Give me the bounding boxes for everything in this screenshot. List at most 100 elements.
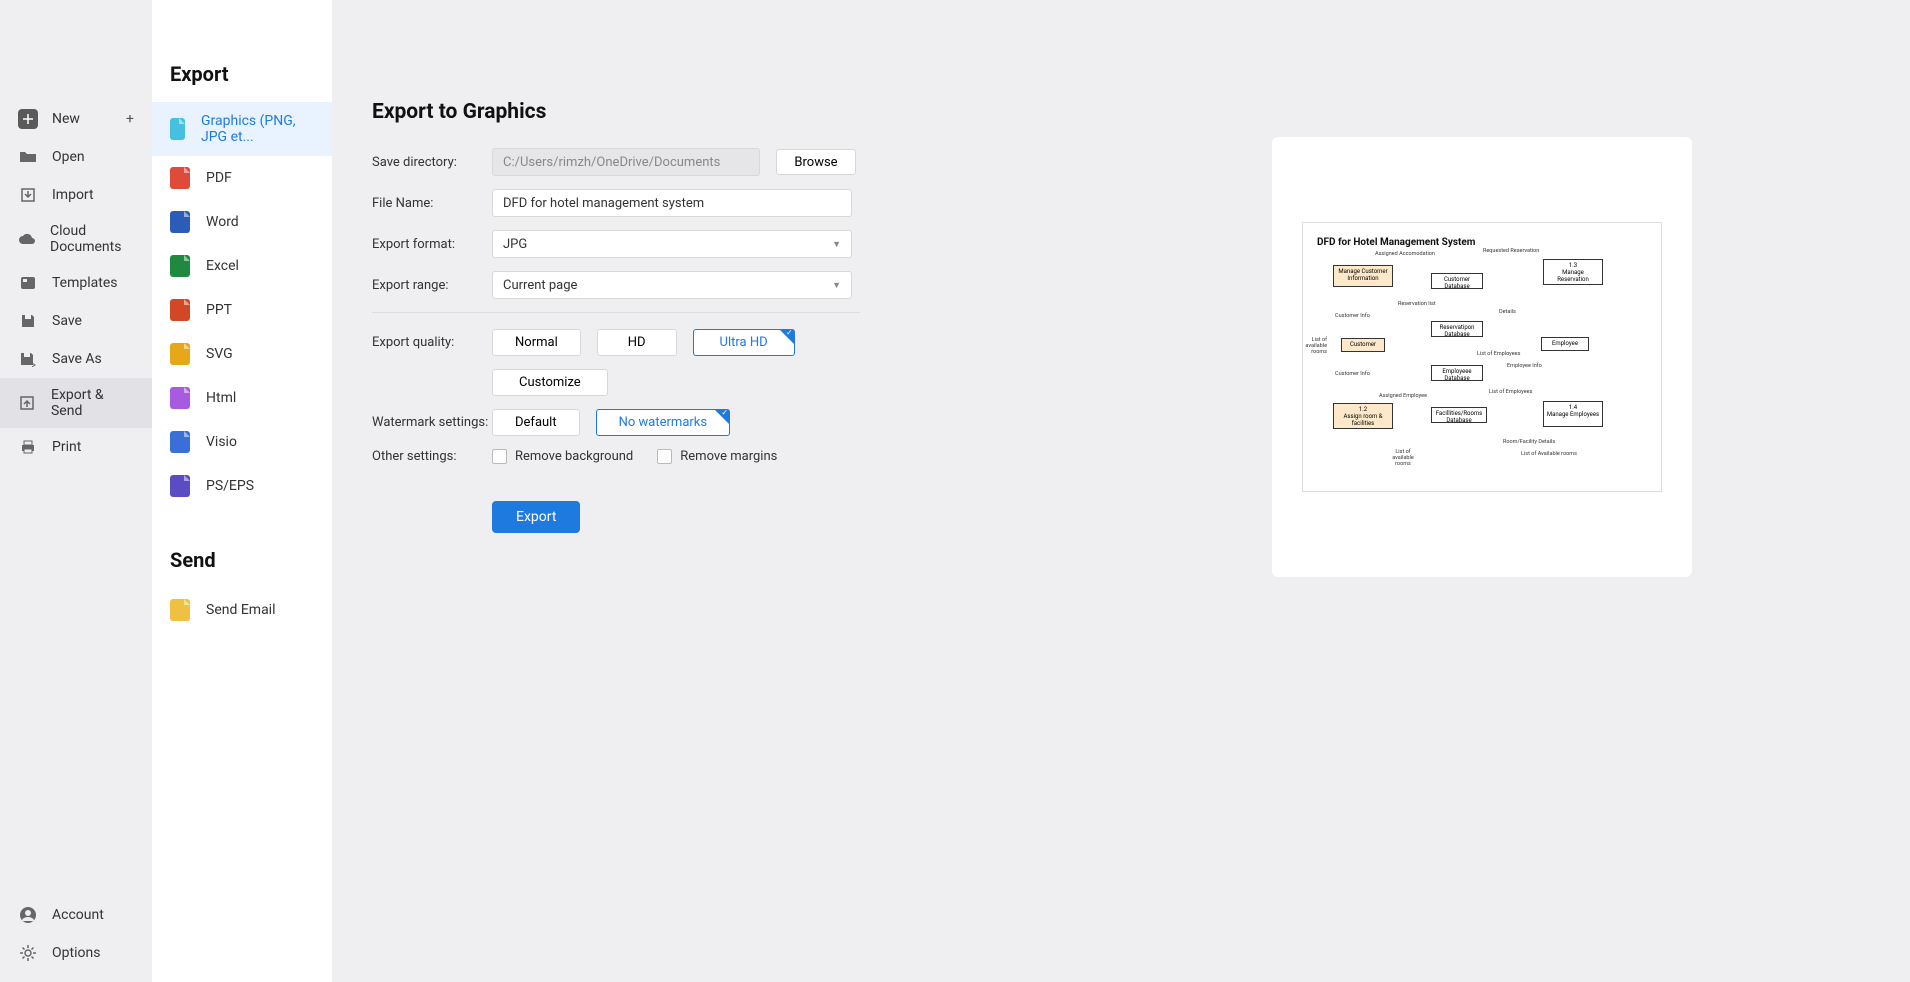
chevron-down-icon: ▼ (832, 280, 841, 291)
email-icon (170, 599, 190, 621)
label-save-directory: Save directory: (372, 155, 492, 170)
sidebar-item-import[interactable]: Import (0, 176, 152, 214)
browse-button[interactable]: Browse (776, 149, 856, 175)
export-item-word[interactable]: Word (152, 200, 332, 244)
sidebar-item-export[interactable]: Export & Send (0, 378, 152, 428)
sidebar-item-print[interactable]: Print (0, 428, 152, 466)
sidebar-label: Save As (52, 351, 102, 367)
diagram-box: 1.2Assign room & facilities (1333, 403, 1393, 429)
diagram-box: Customer (1341, 338, 1385, 352)
export-item-html[interactable]: Html (152, 376, 332, 420)
watermark-none[interactable]: No watermarks (596, 409, 730, 436)
word-icon (170, 211, 190, 233)
export-item-label: Excel (206, 258, 239, 274)
sidebar-label: Save (52, 313, 82, 329)
export-item-label: Word (206, 214, 239, 230)
chevron-down-icon: ▼ (832, 239, 841, 250)
diagram-box: Employeee Database (1431, 365, 1483, 381)
folder-icon (18, 147, 38, 167)
select-export-format[interactable]: JPG▼ (492, 230, 852, 258)
sidebar-label: Print (52, 439, 81, 455)
sidebar-item-saveas[interactable]: Save As (0, 340, 152, 378)
export-item-label: SVG (206, 346, 233, 362)
export-item-pdf[interactable]: PDF (152, 156, 332, 200)
account-icon (18, 905, 38, 925)
checkbox-icon (492, 449, 507, 464)
sidebar-item-options[interactable]: Options (0, 934, 152, 972)
html-icon (170, 387, 190, 409)
export-item-label: PDF (206, 170, 232, 186)
label-watermark: Watermark settings: (372, 415, 492, 430)
sidebar-label: Export & Send (51, 387, 134, 419)
content-area: Export to Graphics Save directory: Brows… (332, 0, 1910, 982)
import-icon (18, 185, 38, 205)
print-icon (18, 437, 38, 457)
sidebar-label: New (52, 111, 80, 127)
sidebar-label: Cloud Documents (50, 223, 134, 255)
diagram-box: Manage Customer Information (1333, 265, 1393, 287)
export-item-ppt[interactable]: PPT (152, 288, 332, 332)
input-file-name[interactable] (492, 189, 852, 217)
label-export-format: Export format: (372, 237, 492, 252)
sidebar-label: Options (52, 945, 100, 961)
sidebar-item-new[interactable]: New + (0, 100, 152, 138)
input-save-directory[interactable] (492, 148, 760, 176)
checkbox-remove-margins[interactable]: Remove margins (657, 449, 777, 464)
diagram-box: Facillities/Rooms Database (1431, 407, 1487, 423)
export-item-label: Visio (206, 434, 237, 450)
sidebar-item-save[interactable]: Save (0, 302, 152, 340)
export-item-label: PPT (206, 302, 232, 318)
sidebar-secondary: Export Graphics (PNG, JPG et... PDF Word… (152, 0, 332, 982)
saveas-icon (18, 349, 38, 369)
send-heading: Send (152, 548, 332, 588)
sidebar-label: Templates (52, 275, 118, 291)
export-item-ps[interactable]: PS/EPS (152, 464, 332, 508)
export-item-svg[interactable]: SVG (152, 332, 332, 376)
diagram-box: Reservatipon Database (1431, 321, 1483, 337)
export-item-label: Graphics (PNG, JPG et... (201, 113, 314, 145)
divider (372, 312, 860, 313)
sidebar-main: New + Open Import Cloud Documents Templa… (0, 0, 152, 982)
sidebar-item-open[interactable]: Open (0, 138, 152, 176)
graphics-icon (170, 118, 185, 140)
export-item-visio[interactable]: Visio (152, 420, 332, 464)
quality-ultrahd[interactable]: Ultra HD (693, 329, 795, 356)
label-export-range: Export range: (372, 278, 492, 293)
save-icon (18, 311, 38, 331)
label-export-quality: Export quality: (372, 335, 492, 350)
quality-hd[interactable]: HD (597, 329, 677, 356)
send-item-email[interactable]: Send Email (152, 588, 332, 632)
label-other: Other settings: (372, 449, 492, 464)
sidebar-label: Import (52, 187, 94, 203)
export-item-graphics[interactable]: Graphics (PNG, JPG et... (152, 102, 332, 156)
diagram-box: 1.4Manage Employees (1543, 401, 1603, 427)
preview-card: DFD for Hotel Management System Manage C… (1272, 137, 1692, 577)
customize-button[interactable]: Customize (492, 369, 608, 396)
plus-icon[interactable]: + (126, 111, 134, 127)
quality-normal[interactable]: Normal (492, 329, 581, 356)
sidebar-item-templates[interactable]: Templates (0, 264, 152, 302)
sidebar-item-account[interactable]: Account (0, 896, 152, 934)
export-heading: Export (152, 62, 332, 102)
diagram-box: Employee (1541, 337, 1589, 351)
sidebar-item-cloud[interactable]: Cloud Documents (0, 214, 152, 264)
options-icon (18, 943, 38, 963)
preview-image: DFD for Hotel Management System Manage C… (1302, 222, 1662, 492)
diagram-box: 1.3Manage Reservation (1543, 259, 1603, 285)
ppt-icon (170, 299, 190, 321)
sidebar-label: Open (52, 149, 85, 165)
export-button[interactable]: Export (492, 501, 580, 533)
watermark-default[interactable]: Default (492, 409, 580, 436)
label-file-name: File Name: (372, 196, 492, 211)
select-export-range[interactable]: Current page▼ (492, 271, 852, 299)
export-item-label: Html (206, 390, 236, 406)
export-icon (18, 393, 37, 413)
visio-icon (170, 431, 190, 453)
export-item-excel[interactable]: Excel (152, 244, 332, 288)
preview-title: DFD for Hotel Management System (1317, 237, 1647, 248)
excel-icon (170, 255, 190, 277)
content-title: Export to Graphics (372, 100, 1870, 124)
checkbox-remove-bg[interactable]: Remove background (492, 449, 633, 464)
svg-icon (170, 343, 190, 365)
cloud-icon (18, 229, 36, 249)
